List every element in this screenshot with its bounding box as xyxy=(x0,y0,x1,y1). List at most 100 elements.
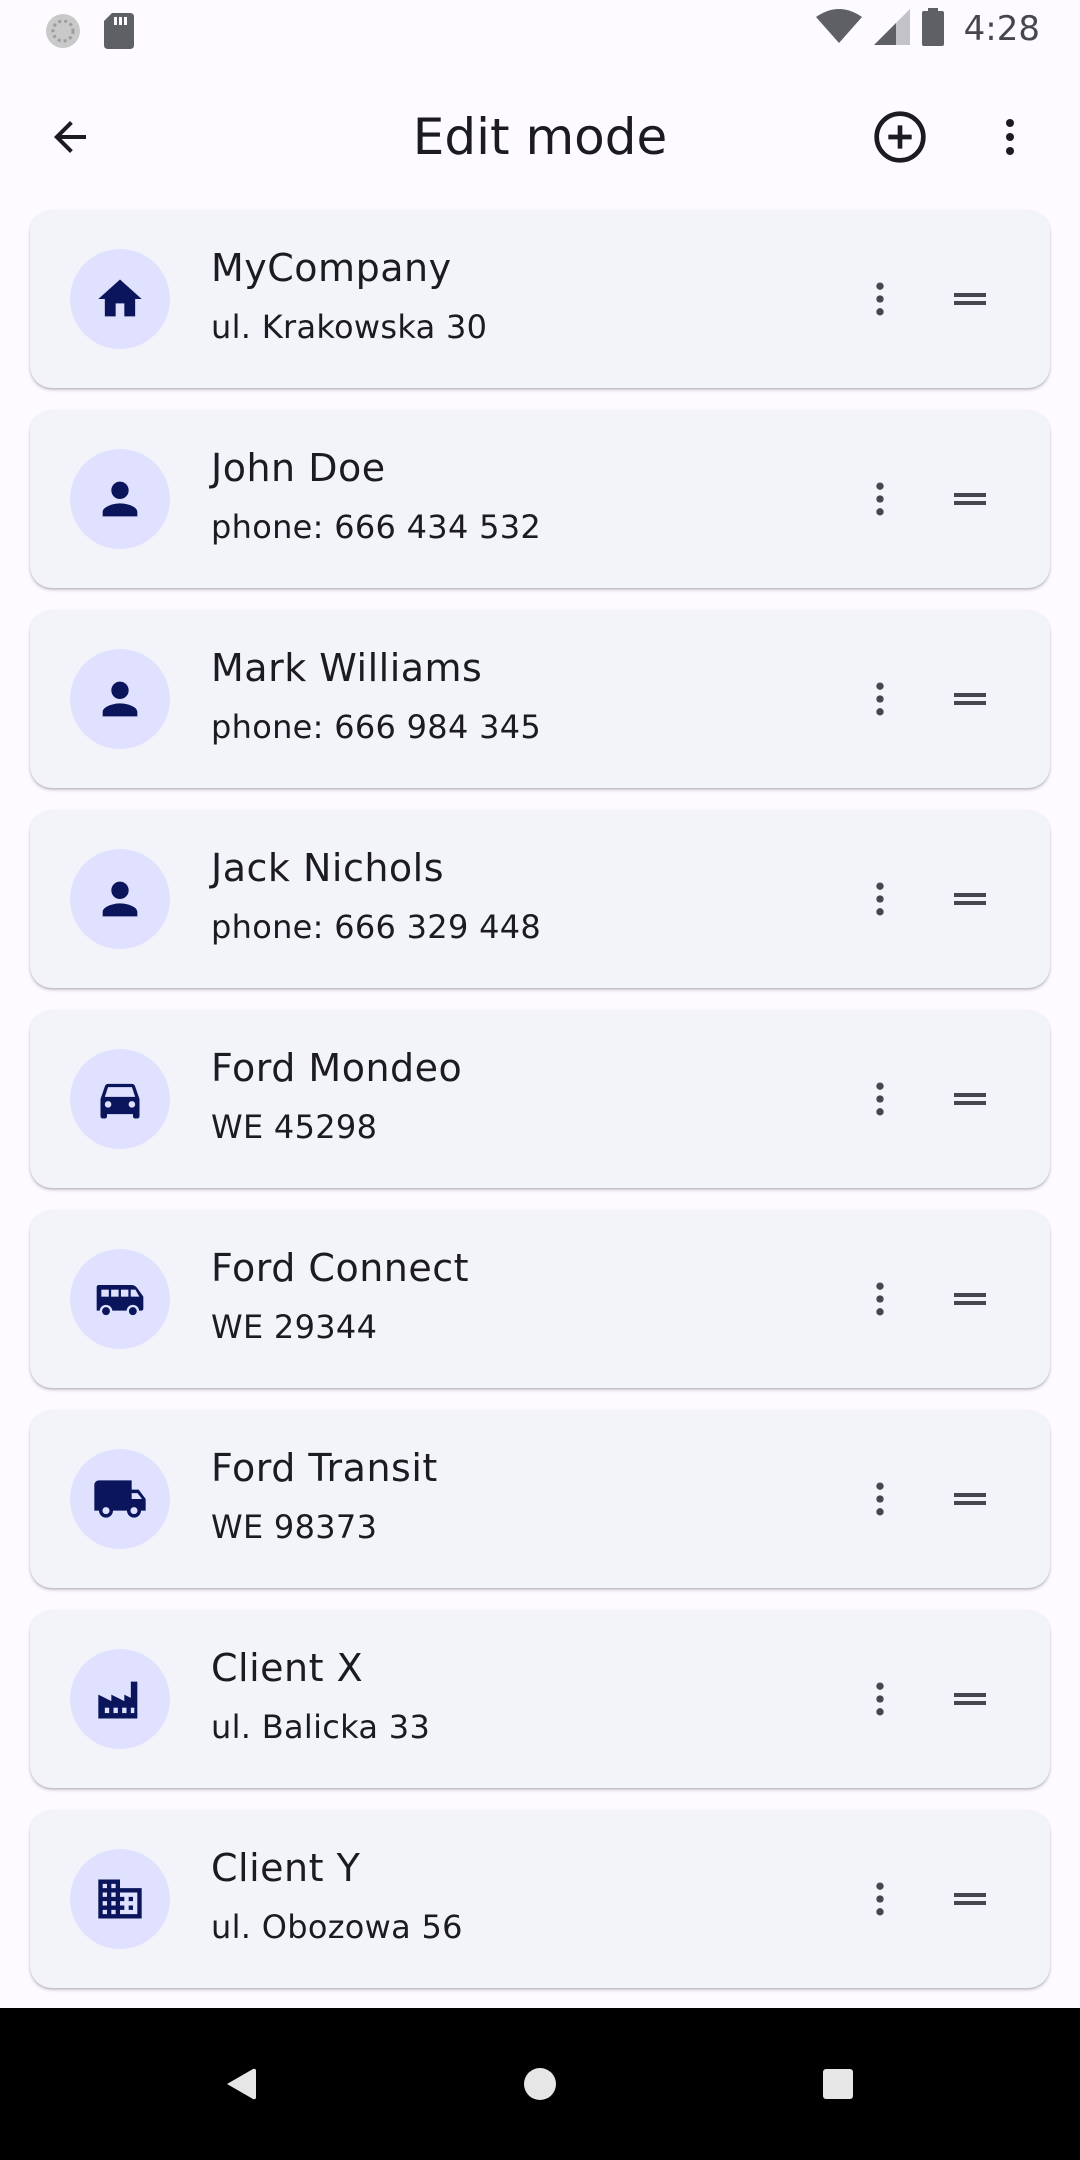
item-subtitle: ul. Balicka 33 xyxy=(211,1708,431,1746)
item-more-button[interactable] xyxy=(840,1259,920,1339)
drag-handle[interactable] xyxy=(930,859,1010,939)
item-more-button[interactable] xyxy=(840,859,920,939)
item-title: Client Y xyxy=(211,1846,361,1890)
nav-recents-icon xyxy=(823,2069,853,2099)
overflow-menu-button[interactable] xyxy=(980,97,1040,177)
car-icon xyxy=(100,1083,140,1119)
avatar xyxy=(70,1249,170,1349)
drag-handle-icon xyxy=(954,1293,986,1305)
drag-handle[interactable] xyxy=(930,1259,1010,1339)
drag-handle-icon xyxy=(954,1693,986,1705)
van-icon xyxy=(96,1285,144,1318)
more-vert-icon xyxy=(876,1282,884,1316)
nav-back-icon xyxy=(227,2068,256,2100)
item-more-button[interactable] xyxy=(840,459,920,539)
more-vert-icon xyxy=(876,1882,884,1916)
item-subtitle: WE 29344 xyxy=(211,1308,378,1346)
wifi-icon xyxy=(815,9,862,49)
item-subtitle: phone: 666 329 448 xyxy=(211,908,542,946)
item-subtitle: phone: 666 984 345 xyxy=(211,708,542,746)
more-vert-icon xyxy=(876,282,884,316)
drag-handle[interactable] xyxy=(930,1459,1010,1539)
add-circle-icon xyxy=(874,111,926,163)
app-bar: Edit mode xyxy=(0,62,1080,198)
drag-handle-icon xyxy=(954,1893,986,1905)
item-title: MyCompany xyxy=(211,246,452,290)
item-more-button[interactable] xyxy=(840,1059,920,1139)
add-button[interactable] xyxy=(860,97,940,177)
more-vert-icon xyxy=(876,1082,884,1116)
drag-handle-icon xyxy=(954,1093,986,1105)
list-item[interactable]: Client Y ul. Obozowa 56 xyxy=(30,1810,1050,1988)
more-vert-icon xyxy=(876,482,884,516)
drag-handle[interactable] xyxy=(930,1659,1010,1739)
drag-handle[interactable] xyxy=(930,459,1010,539)
status-time: 4:28 xyxy=(963,9,1040,49)
nav-recents-button[interactable] xyxy=(808,2054,868,2114)
battery-icon xyxy=(921,8,944,50)
person-icon xyxy=(102,681,138,717)
item-title: Mark Williams xyxy=(211,646,483,690)
person-icon xyxy=(102,881,138,917)
item-subtitle: ul. Krakowska 30 xyxy=(211,308,488,346)
item-title: Ford Mondeo xyxy=(211,1046,463,1090)
item-title: John Doe xyxy=(211,446,386,490)
drag-handle[interactable] xyxy=(930,1059,1010,1139)
drag-handle-icon xyxy=(954,693,986,705)
system-nav-bar xyxy=(0,2008,1080,2160)
avatar xyxy=(70,449,170,549)
more-vert-icon xyxy=(1006,119,1014,155)
item-title: Client X xyxy=(211,1646,364,1690)
item-more-button[interactable] xyxy=(840,259,920,339)
item-more-button[interactable] xyxy=(840,659,920,739)
person-icon xyxy=(102,481,138,517)
avatar xyxy=(70,849,170,949)
list-item[interactable]: John Doe phone: 666 434 532 xyxy=(30,410,1050,588)
office-building-icon xyxy=(98,1879,142,1919)
more-vert-icon xyxy=(876,1682,884,1716)
item-title: Ford Transit xyxy=(211,1446,438,1490)
item-list: MyCompany ul. Krakowska 30 John Doe phon… xyxy=(30,210,1050,2010)
nav-home-button[interactable] xyxy=(510,2054,570,2114)
item-subtitle: phone: 666 434 532 xyxy=(211,508,542,546)
avatar xyxy=(70,1049,170,1149)
list-item[interactable]: Ford Mondeo WE 45298 xyxy=(30,1010,1050,1188)
avatar xyxy=(70,1849,170,1949)
item-title: Ford Connect xyxy=(211,1246,470,1290)
item-subtitle: WE 98373 xyxy=(211,1508,378,1546)
drag-handle[interactable] xyxy=(930,659,1010,739)
list-item[interactable]: Client X ul. Balicka 33 xyxy=(30,1610,1050,1788)
item-subtitle: ul. Obozowa 56 xyxy=(211,1908,463,1946)
nav-home-icon xyxy=(524,2068,556,2100)
more-vert-icon xyxy=(876,682,884,716)
item-title: Jack Nichols xyxy=(211,846,445,890)
truck-icon xyxy=(94,1480,146,1518)
status-bar: 4:28 xyxy=(0,0,1080,62)
list-item[interactable]: Jack Nichols phone: 666 329 448 xyxy=(30,810,1050,988)
list-item[interactable]: Ford Connect WE 29344 xyxy=(30,1210,1050,1388)
item-more-button[interactable] xyxy=(840,1859,920,1939)
list-item[interactable]: Mark Williams phone: 666 984 345 xyxy=(30,610,1050,788)
drag-handle-icon xyxy=(954,293,986,305)
nav-back-button[interactable] xyxy=(210,2054,270,2114)
avatar xyxy=(70,649,170,749)
more-vert-icon xyxy=(876,1482,884,1516)
sd-card-icon xyxy=(104,13,134,53)
factory-icon xyxy=(98,1681,138,1719)
item-more-button[interactable] xyxy=(840,1459,920,1539)
item-more-button[interactable] xyxy=(840,1659,920,1739)
drag-handle[interactable] xyxy=(930,1859,1010,1939)
avatar xyxy=(70,1449,170,1549)
sync-icon xyxy=(44,12,82,54)
list-item[interactable]: Ford Transit WE 98373 xyxy=(30,1410,1050,1588)
more-vert-icon xyxy=(876,882,884,916)
drag-handle-icon xyxy=(954,1493,986,1505)
avatar xyxy=(70,249,170,349)
drag-handle-icon xyxy=(954,893,986,905)
cell-signal-icon xyxy=(873,9,910,49)
avatar xyxy=(70,1649,170,1749)
home-icon xyxy=(98,279,142,317)
drag-handle[interactable] xyxy=(930,259,1010,339)
list-item[interactable]: MyCompany ul. Krakowska 30 xyxy=(30,210,1050,388)
drag-handle-icon xyxy=(954,493,986,505)
